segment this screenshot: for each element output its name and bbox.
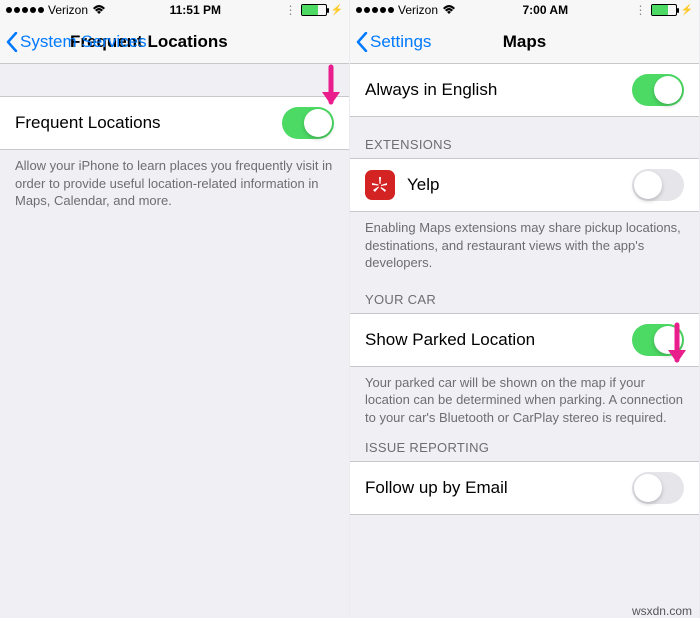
signal-icon (356, 7, 394, 13)
row-label: Show Parked Location (365, 330, 535, 350)
carrier-label: Verizon (48, 3, 88, 17)
followup-row: Follow up by Email (350, 461, 699, 515)
bluetooth-icon: ⋮ (285, 3, 297, 17)
row-label: Frequent Locations (15, 113, 161, 133)
battery-icon (301, 4, 327, 16)
back-label: System Services (20, 32, 147, 52)
status-bar: Verizon 7:00 AM ⋮ ⚡ (350, 0, 699, 20)
always-english-row: Always in English (350, 64, 699, 117)
charging-icon: ⚡ (331, 5, 343, 16)
footer-text-extensions: Enabling Maps extensions may share picku… (350, 212, 699, 272)
section-header-issue: ISSUE REPORTING (350, 426, 699, 461)
bluetooth-icon: ⋮ (635, 3, 647, 17)
yelp-toggle[interactable] (632, 169, 684, 201)
followup-toggle[interactable] (632, 472, 684, 504)
footer-text-car: Your parked car will be shown on the map… (350, 367, 699, 427)
chevron-left-icon (6, 32, 18, 52)
left-phone-screen: Verizon 11:51 PM ⋮ ⚡ System Services Fre… (0, 0, 350, 618)
nav-bar: System Services Frequent Locations (0, 20, 349, 64)
page-title: Maps (503, 32, 546, 52)
parked-location-toggle[interactable] (632, 324, 684, 356)
battery-icon (651, 4, 677, 16)
back-button[interactable]: System Services (0, 20, 147, 64)
wifi-icon (92, 5, 106, 15)
status-time: 11:51 PM (170, 3, 221, 17)
back-button[interactable]: Settings (350, 20, 431, 64)
right-phone-screen: Verizon 7:00 AM ⋮ ⚡ Settings Maps Always… (350, 0, 700, 618)
row-label: Always in English (365, 80, 497, 100)
signal-icon (6, 7, 44, 13)
yelp-icon (365, 170, 395, 200)
wifi-icon (442, 5, 456, 15)
back-label: Settings (370, 32, 431, 52)
always-english-toggle[interactable] (632, 74, 684, 106)
row-label: Yelp (407, 175, 439, 195)
charging-icon: ⚡ (681, 5, 693, 16)
yelp-row: Yelp (350, 158, 699, 212)
nav-bar: Settings Maps (350, 20, 699, 64)
section-header-extensions: EXTENSIONS (350, 117, 699, 158)
section-header-your-car: YOUR CAR (350, 272, 699, 313)
footer-text: Allow your iPhone to learn places you fr… (0, 150, 349, 210)
status-time: 7:00 AM (523, 3, 569, 17)
row-label: Follow up by Email (365, 478, 508, 498)
carrier-label: Verizon (398, 3, 438, 17)
watermark: wsxdn.com (632, 604, 692, 618)
chevron-left-icon (356, 32, 368, 52)
frequent-locations-row: Frequent Locations (0, 96, 349, 150)
status-bar: Verizon 11:51 PM ⋮ ⚡ (0, 0, 349, 20)
parked-location-row: Show Parked Location (350, 313, 699, 367)
frequent-locations-toggle[interactable] (282, 107, 334, 139)
